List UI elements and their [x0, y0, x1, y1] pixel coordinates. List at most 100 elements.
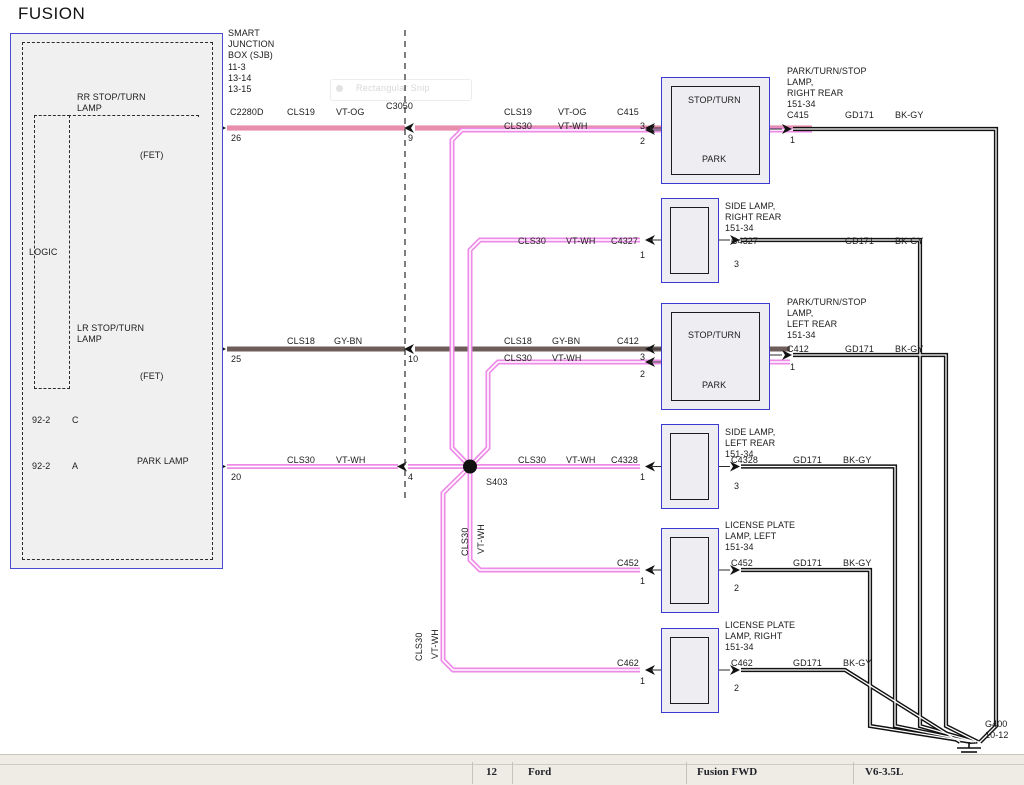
lr-stop-turn-lamp-label-2: LAMP — [77, 334, 102, 345]
ground-label-g400: G400 — [985, 719, 1007, 730]
footer-separator-3 — [686, 762, 687, 784]
lamp3-name-3: LEFT REAR — [787, 319, 837, 330]
wirecolor-vtog-right: VT-OG — [558, 107, 587, 118]
lr-stop-turn-lamp-label-1: LR STOP/TURN — [77, 323, 144, 334]
sjb-name-line1: SMART — [228, 28, 260, 39]
wirecolor-vtwh-c4327: VT-WH — [566, 236, 596, 247]
circuit-cls30-c4327: CLS30 — [518, 236, 546, 247]
lamp3-stopturn-label: STOP/TURN — [688, 330, 741, 341]
page-ref-a: 92-2 — [32, 461, 50, 472]
wirecolor-vtwh-c412: VT-WH — [552, 353, 582, 364]
lamp6-gnd-circuit: GD171 — [793, 658, 822, 669]
splice-node-s403 — [463, 460, 477, 474]
lamp4-name-1: SIDE LAMP, — [725, 427, 775, 438]
circuit-cls18-right: CLS18 — [504, 336, 532, 347]
lamp1-gnd-pin: 1 — [790, 135, 795, 146]
lamp2-gnd-circuit: GD171 — [845, 236, 874, 247]
lamp2-connector-out: C4327 — [731, 236, 758, 247]
lamp5-gnd-color: BK-GY — [843, 558, 872, 569]
sjb-ref-3: 13-15 — [228, 84, 252, 95]
lamp-license-plate-left-inner — [670, 537, 709, 604]
lamp1-connector-in: C415 — [617, 107, 639, 118]
pin-20: 20 — [231, 472, 241, 483]
lamp4-name-2: LEFT REAR — [725, 438, 775, 449]
connector-c2280d-cls19: C2280D — [230, 107, 264, 118]
footer-bar: 12 Ford Fusion FWD V6-3.5L — [0, 754, 1024, 785]
lamp6-ref: 151-34 — [725, 642, 754, 653]
splice-circuit-cls30-vert-1: CLS30 — [460, 508, 470, 556]
footer-model: Fusion FWD — [697, 766, 757, 778]
wirecolor-gybn-right: GY-BN — [552, 336, 580, 347]
lamp3-name-1: PARK/TURN/STOP — [787, 297, 867, 308]
lamp1-connector-out: C415 — [787, 110, 809, 121]
wirecolor-vtwh-c415: VT-WH — [558, 121, 588, 132]
lamp4-gnd-pin: 3 — [734, 481, 739, 492]
ground-ref-g400: 10-12 — [985, 730, 1009, 741]
lamp2-pin-1: 1 — [640, 250, 645, 261]
wiring-diagram-page: FUSION Rectangular Snip — [0, 0, 1024, 785]
lamp2-gnd-color: BK-GY — [895, 236, 924, 247]
park-lamp-label: PARK LAMP — [137, 456, 189, 467]
lamp3-pin-2: 2 — [640, 369, 645, 380]
splice-color-vtwh-vert-2: VT-WH — [430, 615, 440, 659]
lamp5-gnd-pin: 2 — [734, 583, 739, 594]
lamp2-name-1: SIDE LAMP, — [725, 201, 775, 212]
lamp3-ref: 151-34 — [787, 330, 816, 341]
logic-label: LOGIC — [29, 247, 58, 258]
lamp1-gnd-color: BK-GY — [895, 110, 924, 121]
lamp-side-right-rear-inner — [670, 207, 709, 274]
lamp2-name-2: RIGHT REAR — [725, 212, 781, 223]
footer-page-number: 12 — [486, 766, 497, 778]
lamp5-connector-in: C452 — [617, 558, 639, 569]
splice-circuit-cls30-vert-2: CLS30 — [414, 613, 424, 661]
lamp1-stopturn-label: STOP/TURN — [688, 95, 741, 106]
pin-26: 26 — [231, 133, 241, 144]
lamp4-gnd-circuit: GD171 — [793, 455, 822, 466]
wirecolor-gybn-left: GY-BN — [334, 336, 362, 347]
lamp1-ref: 151-34 — [787, 99, 816, 110]
circuit-cls19-left: CLS19 — [287, 107, 315, 118]
lamp-license-plate-right-inner — [670, 637, 709, 704]
footer-separator-1 — [472, 762, 473, 784]
lamp4-connector-out: C4328 — [731, 455, 758, 466]
wirecolor-vtwh-left: VT-WH — [336, 455, 366, 466]
lamp3-gnd-circuit: GD171 — [845, 344, 874, 355]
wirecolor-vtog-left: VT-OG — [336, 107, 365, 118]
lamp4-pin-1: 1 — [640, 472, 645, 483]
lamp5-pin-1: 1 — [640, 576, 645, 587]
lamp2-ref: 151-34 — [725, 223, 754, 234]
rr-fet-label: (FET) — [140, 150, 164, 161]
lamp3-connector-out: C412 — [787, 344, 809, 355]
lamp6-gnd-color: BK-GY — [843, 658, 872, 669]
footer-engine: V6-3.5L — [865, 766, 903, 778]
lamp6-connector-out: C462 — [731, 658, 753, 669]
lamp3-gnd-pin: 1 — [790, 362, 795, 373]
lamp6-connector-in: C462 — [617, 658, 639, 669]
rr-lamp-dashed-boundary — [68, 115, 199, 117]
circuit-cls30-c4328: CLS30 — [518, 455, 546, 466]
sjb-ref-2: 13-14 — [228, 73, 252, 84]
sjb-name-line2: JUNCTION — [228, 39, 274, 50]
lamp6-pin-1: 1 — [640, 676, 645, 687]
lamp2-gnd-pin: 3 — [734, 259, 739, 270]
circuit-cls18-left: CLS18 — [287, 336, 315, 347]
lamp1-pin-2: 2 — [640, 136, 645, 147]
circuit-cls30-c412: CLS30 — [504, 353, 532, 364]
lamp1-name-3: RIGHT REAR — [787, 88, 843, 99]
lamp6-gnd-pin: 2 — [734, 683, 739, 694]
sjb-name-line3: BOX (SJB) — [228, 50, 273, 61]
lamp2-connector-in: C4327 — [611, 236, 638, 247]
c3050-pin-10: 10 — [408, 354, 418, 365]
circuit-cls19-right: CLS19 — [504, 107, 532, 118]
lamp3-pin-3: 3 — [640, 352, 645, 363]
c3050-pin-9: 9 — [408, 133, 413, 144]
circuit-cls30-left: CLS30 — [287, 455, 315, 466]
splice-color-vtwh-vert-1: VT-WH — [476, 510, 486, 554]
rr-stop-turn-lamp-label-2: LAMP — [77, 103, 102, 114]
lamp5-gnd-circuit: GD171 — [793, 558, 822, 569]
lamp3-connector-in: C412 — [617, 336, 639, 347]
lamp5-ref: 151-34 — [725, 542, 754, 553]
wirecolor-vtwh-c4328: VT-WH — [566, 455, 596, 466]
lamp1-gnd-circuit: GD171 — [845, 110, 874, 121]
lamp1-name-1: PARK/TURN/STOP — [787, 66, 867, 77]
